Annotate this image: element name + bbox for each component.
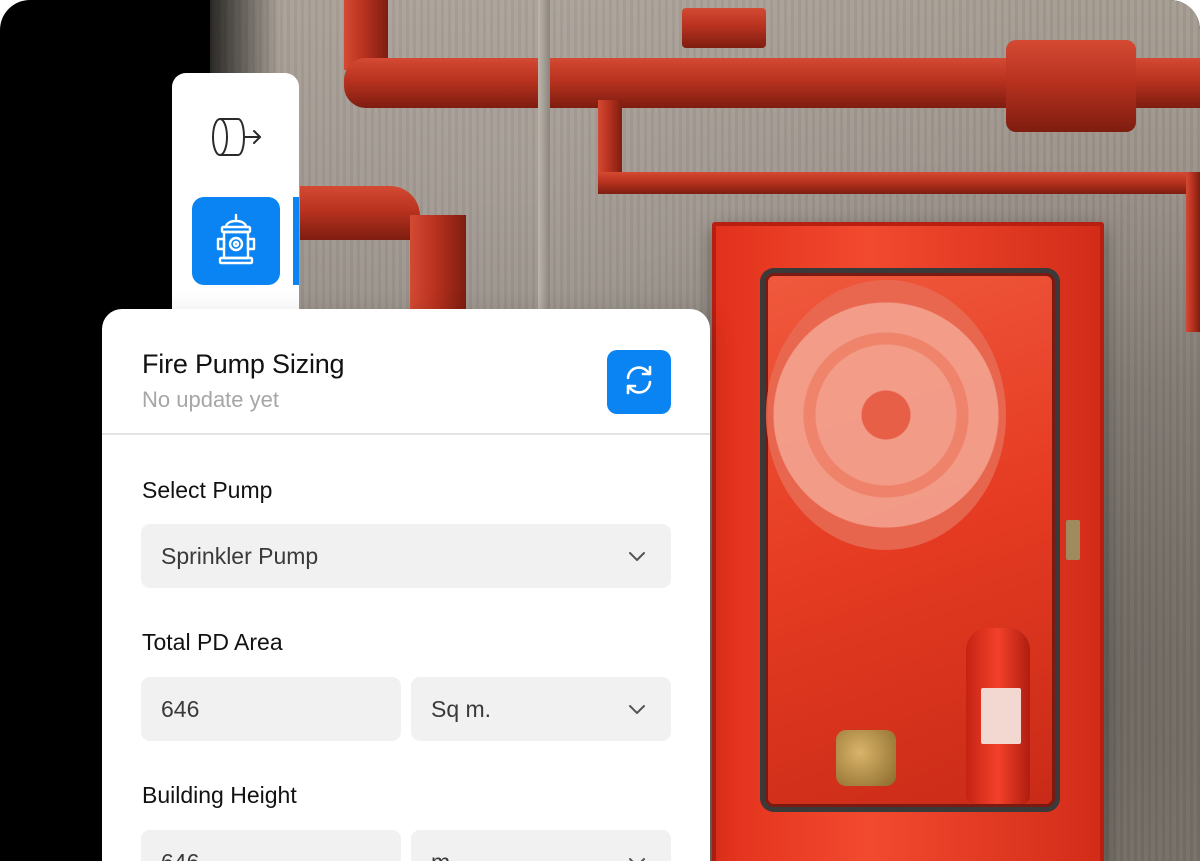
extinguisher-label <box>981 688 1021 744</box>
total-pd-area-label: Total PD Area <box>142 629 283 655</box>
hose-reel <box>766 280 1006 550</box>
active-indicator <box>293 197 299 285</box>
cabinet-handle <box>1066 520 1080 560</box>
select-pump-label: Select Pump <box>142 477 273 503</box>
refresh-icon <box>621 362 657 403</box>
gate-valve <box>1006 40 1136 132</box>
pipe <box>410 215 466 315</box>
panel-title: Fire Pump Sizing <box>142 349 345 379</box>
total-pd-area-value: 646 <box>161 695 200 722</box>
valve-box <box>682 8 766 48</box>
rail-item-fire-hydrant[interactable] <box>192 197 280 285</box>
flow-meter-icon <box>208 113 264 166</box>
chevron-down-icon <box>629 552 645 561</box>
building-height-input[interactable]: 646 <box>141 830 401 861</box>
rail-item-flow-meter[interactable] <box>192 95 280 183</box>
conduit <box>538 0 550 310</box>
total-pd-area-unit-dropdown[interactable]: Sq m. <box>411 677 671 741</box>
fire-pump-sizing-panel: Fire Pump Sizing No update yet Select Pu… <box>102 309 710 861</box>
total-pd-area-unit: Sq m. <box>431 695 492 722</box>
pipe <box>1186 172 1200 332</box>
building-height-unit: m <box>431 849 450 861</box>
chevron-down-icon <box>629 858 645 861</box>
building-height-value: 646 <box>161 849 199 861</box>
pipe <box>300 186 420 240</box>
pipe <box>598 172 1200 194</box>
panel-header: Fire Pump Sizing No update yet <box>102 309 710 435</box>
building-height-label: Building Height <box>142 782 297 808</box>
panel-subtitle: No update yet <box>142 387 279 412</box>
building-height-unit-dropdown[interactable]: m <box>411 830 671 861</box>
select-pump-dropdown[interactable]: Sprinkler Pump <box>141 524 671 588</box>
refresh-button[interactable] <box>607 350 671 414</box>
fire-hydrant-icon <box>214 211 258 272</box>
total-pd-area-input[interactable]: 646 <box>141 677 401 741</box>
select-pump-value: Sprinkler Pump <box>161 542 319 569</box>
brass-valve <box>836 730 896 786</box>
chevron-down-icon <box>629 705 645 714</box>
